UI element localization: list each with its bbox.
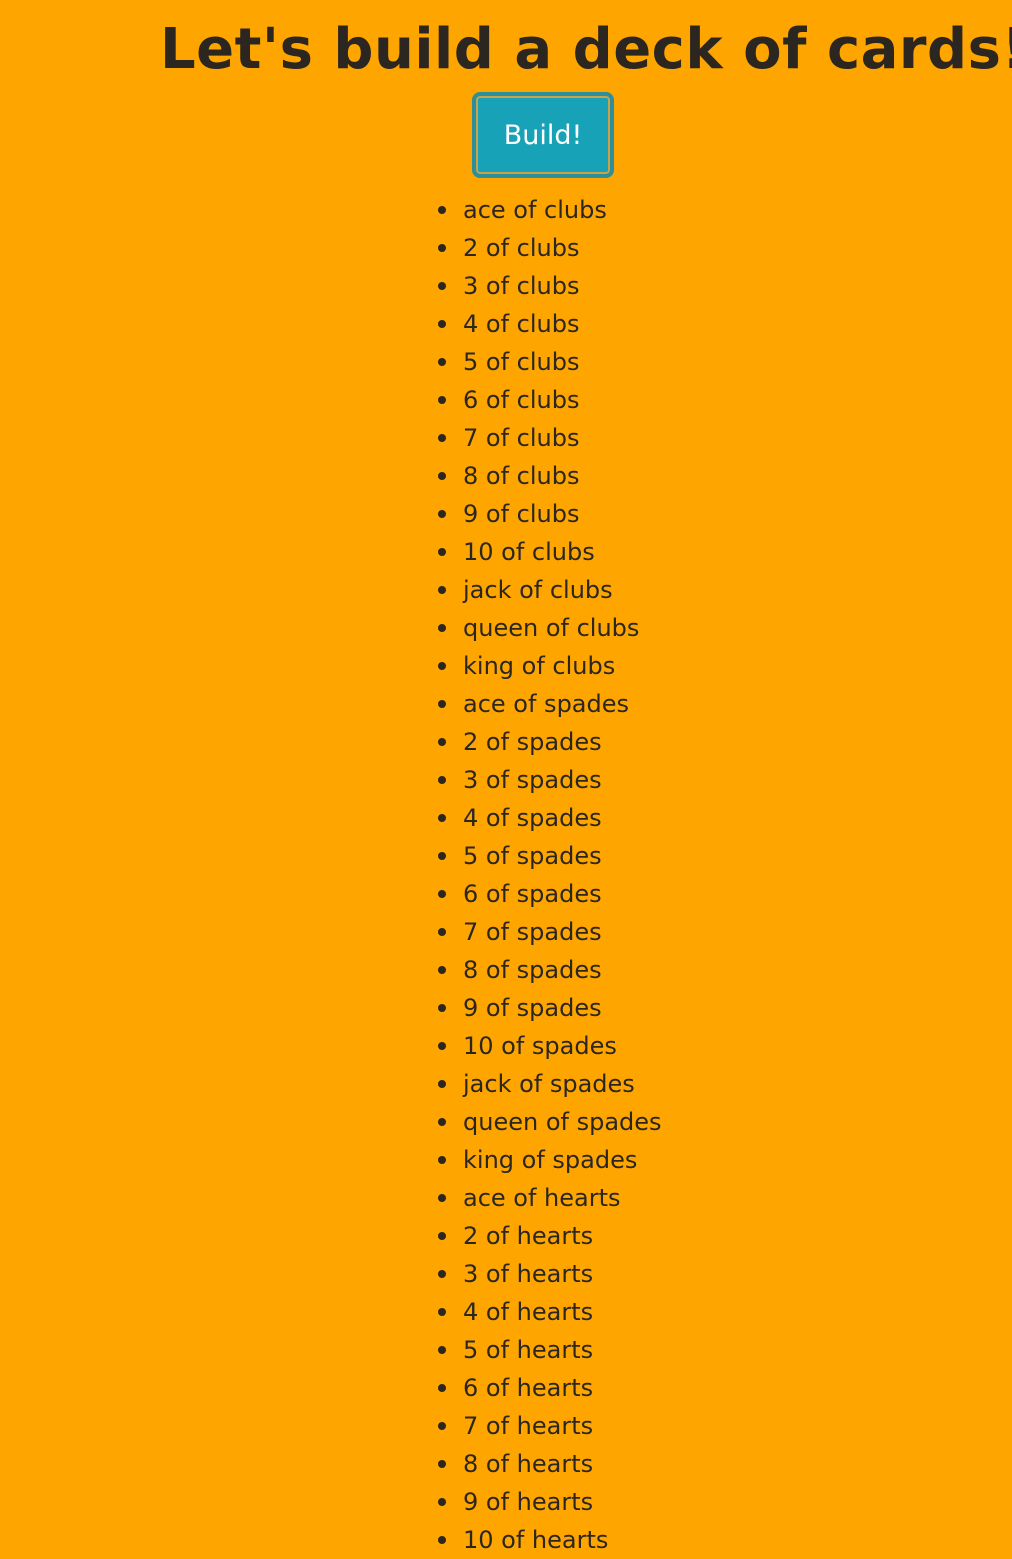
card-list-item: 2 of spades	[438, 723, 662, 761]
card-list-item: 9 of spades	[438, 989, 662, 1027]
card-list-item: ace of clubs	[438, 191, 662, 229]
card-list-item: ace of hearts	[438, 1179, 662, 1217]
card-list-item: 4 of hearts	[438, 1293, 662, 1331]
card-list-item: 6 of hearts	[438, 1369, 662, 1407]
card-list-item: 8 of clubs	[438, 457, 662, 495]
card-list-item: 8 of hearts	[438, 1445, 662, 1483]
card-list-item: 6 of spades	[438, 875, 662, 913]
card-list-item: 4 of clubs	[438, 305, 662, 343]
deck-list: ace of clubs 2 of clubs 3 of clubs 4 of …	[438, 191, 662, 1559]
card-list-item: 7 of hearts	[438, 1407, 662, 1445]
card-list-item: 4 of spades	[438, 799, 662, 837]
card-list-item: queen of spades	[438, 1103, 662, 1141]
card-list-item: king of clubs	[438, 647, 662, 685]
card-list-item: 5 of clubs	[438, 343, 662, 381]
card-list-item: 7 of spades	[438, 913, 662, 951]
page-title: Let's build a deck of cards!	[160, 17, 1012, 82]
card-list-item: jack of clubs	[438, 571, 662, 609]
card-list-item: 9 of hearts	[438, 1483, 662, 1521]
card-list-item: 2 of hearts	[438, 1217, 662, 1255]
card-list-item: 5 of hearts	[438, 1331, 662, 1369]
card-list-item: 8 of spades	[438, 951, 662, 989]
card-list-item: 7 of clubs	[438, 419, 662, 457]
card-list-item: jack of spades	[438, 1065, 662, 1103]
card-list-item: 5 of spades	[438, 837, 662, 875]
card-list-item: ace of spades	[438, 685, 662, 723]
build-button[interactable]: Build!	[472, 92, 614, 178]
card-list-item: 3 of hearts	[438, 1255, 662, 1293]
card-list-item: 10 of clubs	[438, 533, 662, 571]
card-list-item: king of spades	[438, 1141, 662, 1179]
card-list-item: queen of clubs	[438, 609, 662, 647]
card-list-item: 9 of clubs	[438, 495, 662, 533]
card-list-item: 10 of spades	[438, 1027, 662, 1065]
card-list-item: 3 of clubs	[438, 267, 662, 305]
card-list-item: 6 of clubs	[438, 381, 662, 419]
card-list-item: 3 of spades	[438, 761, 662, 799]
card-list-item: 10 of hearts	[438, 1521, 662, 1559]
card-list-item: 2 of clubs	[438, 229, 662, 267]
page: Let's build a deck of cards! Build! ace …	[0, 0, 1012, 1554]
